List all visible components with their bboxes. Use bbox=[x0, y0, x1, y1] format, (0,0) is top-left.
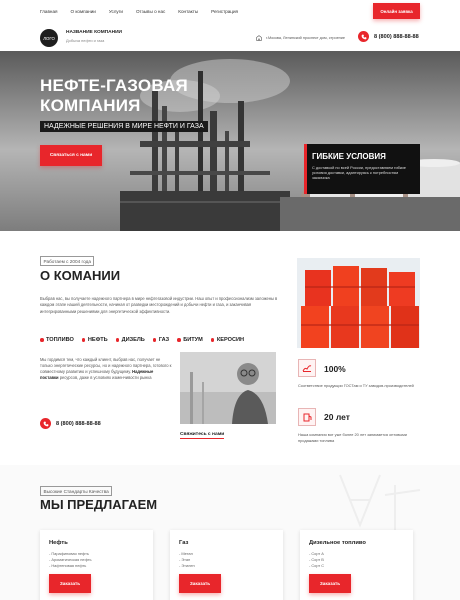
bullet-icon bbox=[177, 338, 181, 342]
product-item: ГАЗ bbox=[152, 337, 170, 343]
offer-card-items: - Сорт А - Сорт В - Сорт С bbox=[309, 551, 404, 570]
list-item: - Этилен bbox=[179, 563, 195, 569]
offer-title: МЫ ПРЕДЛАГАЕМ bbox=[40, 497, 158, 512]
nav-link-register[interactable]: Регистрация bbox=[211, 9, 238, 14]
stat-text-1: Соответствие продукции ГОСТам и ТУ завод… bbox=[298, 383, 414, 388]
product-label: ДИЗЕЛЬ bbox=[121, 337, 145, 343]
order-button[interactable]: Заказать bbox=[309, 574, 351, 593]
offer-card-oil: Нефть - Парафиновая нефть - Ароматическа… bbox=[40, 530, 153, 600]
product-item: БИТУМ bbox=[177, 337, 203, 343]
bullet-icon bbox=[152, 338, 157, 342]
stat-text-2: Наша компания вот уже более 20 лет заним… bbox=[298, 432, 407, 443]
brand: НАЗВАНИЕ КОМПАНИИ Добыча нефти и газа bbox=[66, 30, 122, 43]
hero-title-line-1: НЕФТЕ-ГАЗОВАЯ bbox=[40, 76, 188, 95]
hero-subtitle: НАДЕЖНЫЕ РЕШЕНИЯ В МИРЕ НЕФТИ И ГАЗА bbox=[40, 121, 208, 132]
flexible-terms-box: ГИБКИЕ УСЛОВИЯ С доставкой по всей Росси… bbox=[304, 144, 420, 194]
bullet-icon bbox=[40, 338, 44, 342]
header-phone[interactable]: 8 (800) 888-88-88 bbox=[358, 31, 419, 42]
product-item: ТОПЛИВО bbox=[40, 337, 74, 343]
about-phone[interactable]: 8 (800) 888-88-88 bbox=[40, 418, 101, 429]
product-item: ДИЗЕЛЬ bbox=[115, 337, 145, 343]
list-item: - Сорт С bbox=[309, 563, 325, 569]
online-request-button[interactable]: Онлайн заявка bbox=[373, 3, 420, 19]
nav-link-home[interactable]: Главная bbox=[40, 9, 57, 14]
address-text: г.Москва, Ленинский проспект дом, строен… bbox=[266, 36, 346, 40]
offer-card-title: Газ bbox=[179, 540, 189, 546]
certificate-icon bbox=[298, 359, 316, 377]
offer-card-items: - Метан - Этан - Этилен bbox=[179, 551, 274, 570]
nav-link-services[interactable]: Услуги bbox=[109, 9, 123, 14]
product-label: КЕРОСИН bbox=[216, 337, 245, 343]
about-title: О КОМАНИИ bbox=[40, 268, 121, 283]
address: г.Москва, Ленинский проспект дом, строен… bbox=[256, 35, 345, 41]
phone-icon bbox=[40, 418, 51, 429]
list-item: - Нафтеновая нефть bbox=[49, 563, 87, 569]
bullet-icon bbox=[210, 338, 215, 342]
logo[interactable]: ЛОГО bbox=[40, 29, 58, 47]
stat-value-2: 20 лет bbox=[324, 412, 350, 422]
hero-title-line-2: КОМПАНИЯ bbox=[40, 96, 141, 115]
hero-title: НЕФТЕ-ГАЗОВАЯ КОМПАНИЯ bbox=[40, 76, 188, 116]
offer-card-title: Дизельное топливо bbox=[309, 540, 366, 546]
bullet-icon bbox=[115, 338, 120, 342]
company-tagline: Добыча нефти и газа bbox=[66, 38, 105, 43]
fuel-icon bbox=[298, 408, 316, 426]
quality-badge: Высокие Стандарты Качества bbox=[40, 486, 113, 496]
flexible-terms-text: С доставкой по всей России, предоставляе… bbox=[312, 165, 406, 181]
flexible-terms-title: ГИБКИЕ УСЛОВИЯ bbox=[312, 152, 386, 161]
accent-bar bbox=[304, 144, 307, 194]
header-phone-number[interactable]: 8 (800) 888-88-88 bbox=[374, 34, 419, 40]
stat-value-1: 100% bbox=[324, 364, 346, 374]
header: ЛОГО НАЗВАНИЕ КОМПАНИИ Добыча нефти и га… bbox=[0, 26, 460, 50]
products-list: ТОПЛИВО НЕФТЬ ДИЗЕЛЬ ГАЗ БИТУМ КЕРОСИН bbox=[40, 337, 244, 343]
proud-text: Мы гордимся тем, что каждый клиент, выбр… bbox=[40, 357, 173, 381]
product-item: НЕФТЬ bbox=[81, 337, 108, 343]
order-button[interactable]: Заказать bbox=[179, 574, 221, 593]
building-icon bbox=[256, 35, 262, 41]
engineer-photo bbox=[180, 352, 276, 424]
product-label: БИТУМ bbox=[183, 337, 203, 343]
proud-text-end: ресурсов, даже в условиях изменчивости р… bbox=[59, 375, 152, 381]
hero-banner: НЕФТЕ-ГАЗОВАЯ КОМПАНИЯ НАДЕЖНЫЕ РЕШЕНИЯ … bbox=[0, 51, 460, 231]
bullet-icon bbox=[81, 338, 86, 342]
product-item: КЕРОСИН bbox=[210, 337, 245, 343]
about-phone-number[interactable]: 8 (800) 888-88-88 bbox=[56, 421, 101, 427]
about-paragraph: Выбрав нас, вы получаете надежного партн… bbox=[40, 296, 278, 314]
nav-links: Главная О компании Услуги Отзывы о нас К… bbox=[40, 9, 238, 14]
offer-card-title: Нефть bbox=[49, 540, 68, 546]
contact-us-button[interactable]: Связаться с нами bbox=[40, 145, 102, 166]
product-label: ГАЗ bbox=[158, 337, 170, 343]
offer-card-gas: Газ - Метан - Этан - Этилен Заказать bbox=[170, 530, 283, 600]
company-name: НАЗВАНИЕ КОМПАНИИ bbox=[66, 30, 122, 35]
top-nav: Главная О компании Услуги Отзывы о нас К… bbox=[0, 0, 460, 26]
product-label: ТОПЛИВО bbox=[46, 337, 74, 343]
nav-link-reviews[interactable]: Отзывы о нас bbox=[136, 9, 165, 14]
contact-us-link[interactable]: Свяжитесь с нами bbox=[180, 432, 225, 439]
nav-link-about[interactable]: О компании bbox=[70, 9, 95, 14]
barrels-photo bbox=[297, 258, 420, 348]
since-badge: Работаем с 2004 года bbox=[40, 256, 95, 266]
offer-card-diesel: Дизельное топливо - Сорт А - Сорт В - Со… bbox=[300, 530, 413, 600]
phone-icon bbox=[358, 31, 369, 42]
offer-card-items: - Парафиновая нефть - Ароматическая нефт… bbox=[49, 551, 144, 570]
order-button[interactable]: Заказать bbox=[49, 574, 91, 593]
nav-link-contacts[interactable]: Контакты bbox=[178, 9, 198, 14]
product-label: НЕФТЬ bbox=[87, 337, 108, 343]
